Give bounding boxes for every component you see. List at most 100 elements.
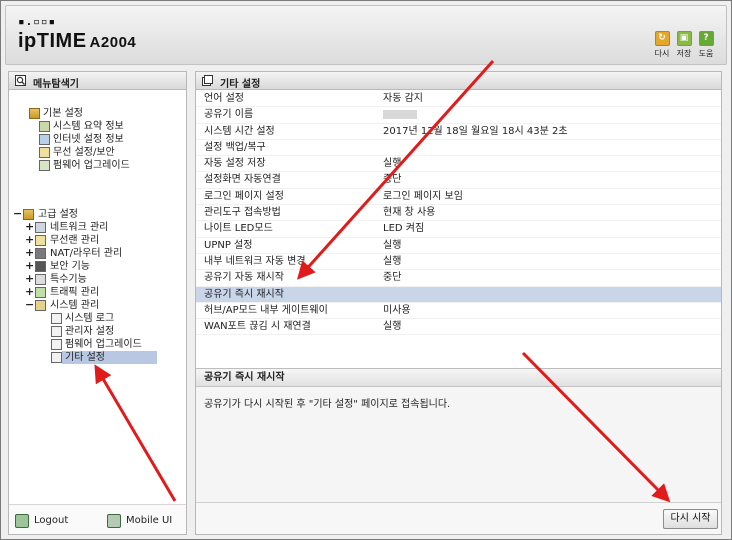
setting-row-internal-network[interactable]: 내부 네트워크 자동 변경 실행 xyxy=(196,254,721,271)
setting-value: 현재 창 사용 xyxy=(383,207,436,219)
action-bar: 다시 시작 xyxy=(196,502,721,534)
setting-row-system-time[interactable]: 시스템 시간 설정 2017년 12월 18일 월요일 18시 43분 2초 xyxy=(196,124,721,140)
router-icon xyxy=(35,248,46,259)
setting-row-admin-access[interactable]: 관리도구 접속방법 현재 창 사용 xyxy=(196,205,721,222)
folder-icon xyxy=(23,209,34,220)
setting-row-auto-connect[interactable]: 설정화면 자동연결 중단 xyxy=(196,172,721,189)
expand-toggle[interactable]: + xyxy=(25,286,34,298)
tree-label: 무선 설정/보안 xyxy=(53,147,115,158)
setting-key: 로그인 페이지 설정 xyxy=(204,190,284,202)
setting-key: 나이트 LED모드 xyxy=(204,223,273,235)
chart-icon xyxy=(39,121,50,132)
expand-toggle[interactable]: + xyxy=(25,221,34,233)
setting-row-backup[interactable]: 설정 백업/복구 xyxy=(196,140,721,157)
settings-panel: 기타 설정 언어 설정 자동 감지 공유기 이름 시스템 시간 설정 2017년 1… xyxy=(195,71,722,535)
window-icon xyxy=(202,75,213,86)
page-icon xyxy=(51,339,62,350)
page-icon xyxy=(51,313,62,324)
folder-icon xyxy=(29,108,40,119)
tree-label: 트래픽 관리 xyxy=(50,287,100,298)
page-icon xyxy=(51,326,62,337)
tree-label: 시스템 요약 정보 xyxy=(53,121,124,132)
settings-header: 기타 설정 xyxy=(196,72,721,90)
setting-row-upnp[interactable]: UPNP 설정 실행 xyxy=(196,238,721,254)
setting-row-login-page[interactable]: 로그인 페이지 설정 로그인 페이지 보임 xyxy=(196,189,721,206)
setting-key: 자동 설정 저장 xyxy=(204,158,266,170)
setting-value: 실행 xyxy=(383,158,402,170)
page-icon xyxy=(51,352,62,363)
tree-label: 네트워크 관리 xyxy=(50,222,109,233)
setting-value: 미사용 xyxy=(383,304,411,316)
setting-value: LED 켜짐 xyxy=(383,223,425,235)
refresh-button[interactable]: ↻ 다시 xyxy=(652,31,672,59)
tree-label: 기본 설정 xyxy=(43,108,83,119)
setting-value-blurred xyxy=(383,107,417,123)
settings-title: 기타 설정 xyxy=(220,79,261,90)
collapse-toggle[interactable]: − xyxy=(13,208,22,220)
settings-list: 언어 설정 자동 감지 공유기 이름 시스템 시간 설정 2017년 12월 18일… xyxy=(196,91,721,336)
menu-explorer-header: 메뉴탐색기 xyxy=(9,72,186,90)
upgrade-icon xyxy=(39,160,50,171)
setting-value: 중단 xyxy=(383,174,402,186)
setting-key: 설정화면 자동연결 xyxy=(204,174,281,186)
tree-label: 특수기능 xyxy=(50,274,87,285)
tree-label: 펌웨어 업그레이드 xyxy=(65,339,142,350)
tree-label: 보안 기능 xyxy=(50,261,90,272)
expand-toggle[interactable]: + xyxy=(25,234,34,246)
tree-label: 무선랜 관리 xyxy=(50,235,100,246)
help-icon: ? xyxy=(698,31,714,46)
help-label: 도움 xyxy=(698,49,714,58)
restart-button[interactable]: 다시 시작 xyxy=(663,509,718,529)
refresh-icon: ↻ xyxy=(654,31,670,46)
mobile-icon xyxy=(107,514,121,528)
logout-icon xyxy=(15,514,29,528)
system-icon xyxy=(35,300,46,311)
setting-key: 관리도구 접속방법 xyxy=(204,207,281,219)
setting-key: 공유기 즉시 재시작 xyxy=(204,288,284,300)
setting-row-immediate-restart[interactable]: 공유기 즉시 재시작 xyxy=(196,286,721,303)
setting-row-language[interactable]: 언어 설정 자동 감지 xyxy=(196,91,721,108)
setting-row-night-led[interactable]: 나이트 LED모드 LED 켜짐 xyxy=(196,221,721,238)
refresh-label: 다시 xyxy=(654,49,670,58)
setting-key: 공유기 자동 재시작 xyxy=(204,272,284,284)
setting-key: 허브/AP모드 내부 게이트웨이 xyxy=(204,304,328,316)
description-pane: 공유기 즉시 재시작 공유기가 다시 시작된 후 "기타 설정" 페이지로 접속… xyxy=(196,368,721,502)
expand-toggle[interactable]: + xyxy=(25,273,34,285)
setting-key: WAN포트 끊김 시 재연결 xyxy=(204,321,311,333)
lock-icon xyxy=(35,261,46,272)
save-button[interactable]: ▣ 저장 xyxy=(674,31,694,59)
brand-name: ipTIME xyxy=(18,30,87,52)
tree-label: 시스템 로그 xyxy=(65,313,115,324)
mobile-ui-label: Mobile UI xyxy=(126,515,173,526)
setting-row-auto-restart[interactable]: 공유기 자동 재시작 중단 xyxy=(196,270,721,287)
setting-row-hub-ap-gateway[interactable]: 허브/AP모드 내부 게이트웨이 미사용 xyxy=(196,303,721,320)
model-name: A2004 xyxy=(89,34,137,51)
router-admin-window: ▪.▫▫▪ ipTIME A2004 ↻ 다시 ▣ 저장 ? 도움 메뉴탐색기 기… xyxy=(0,0,732,540)
left-footer: Logout Mobile UI xyxy=(9,504,186,534)
setting-value: 중단 xyxy=(383,272,402,284)
collapse-toggle[interactable]: − xyxy=(25,299,34,311)
network-icon xyxy=(39,134,50,145)
tree-label: 시스템 관리 xyxy=(50,300,100,311)
menu-explorer-panel: 메뉴탐색기 기본 설정 시스템 요약 정보 인터넷 설정 정보 무선 설정/보안… xyxy=(8,71,187,535)
setting-value: 실행 xyxy=(383,255,402,267)
help-button[interactable]: ? 도움 xyxy=(696,31,716,59)
logout-label: Logout xyxy=(34,515,69,526)
expand-toggle[interactable]: + xyxy=(25,247,34,259)
description-text: 공유기가 다시 시작된 후 "기타 설정" 페이지로 접속됩니다. xyxy=(204,399,451,410)
tree-label: 관리자 설정 xyxy=(65,326,115,337)
tree-label: 인터넷 설정 정보 xyxy=(53,134,124,145)
setting-row-router-name[interactable]: 공유기 이름 xyxy=(196,107,721,124)
tree-label: 펌웨어 업그레이드 xyxy=(53,160,130,171)
expand-toggle[interactable]: + xyxy=(25,260,34,272)
blurred-value xyxy=(383,109,417,119)
setting-value: 실행 xyxy=(383,239,402,251)
setting-key: 언어 설정 xyxy=(204,93,244,104)
setting-key: 시스템 시간 설정 xyxy=(204,125,275,137)
logo: ipTIME A2004 xyxy=(18,30,136,53)
setting-row-wan-reconnect[interactable]: WAN포트 끊김 시 재연결 실행 xyxy=(196,319,721,336)
setting-row-auto-save[interactable]: 자동 설정 저장 실행 xyxy=(196,156,721,173)
setting-key: 공유기 이름 xyxy=(204,109,254,121)
network-settings-icon xyxy=(35,222,46,233)
magnifier-icon xyxy=(15,75,26,86)
